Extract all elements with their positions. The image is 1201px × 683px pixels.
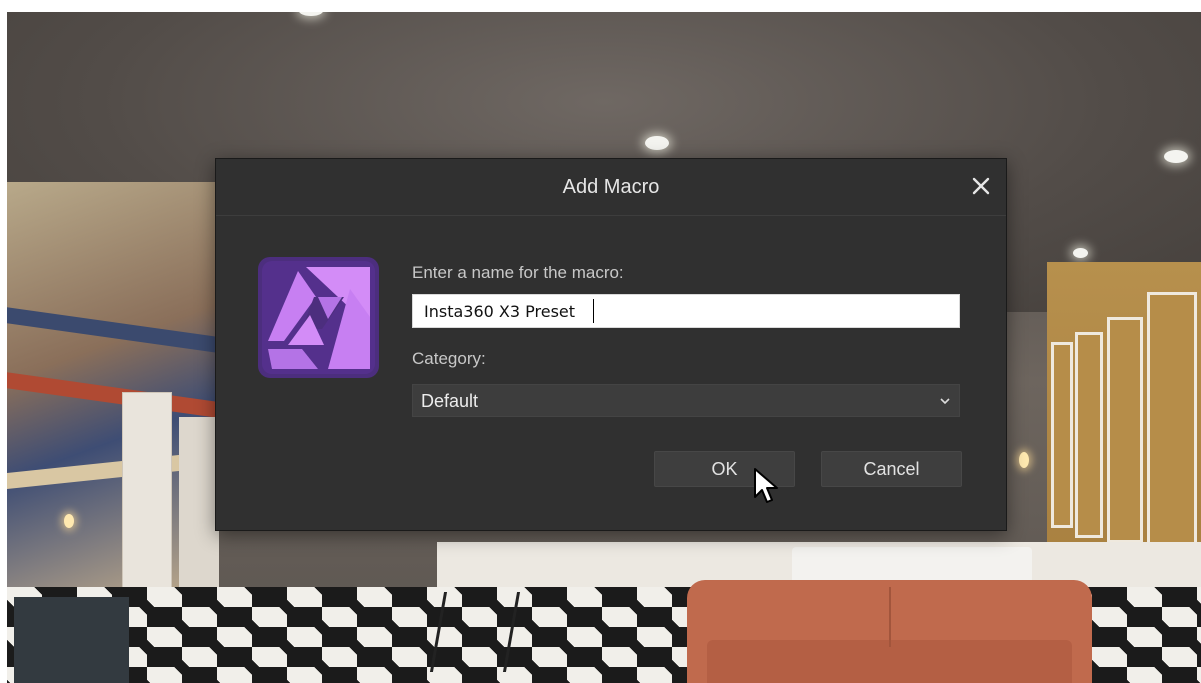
category-selected-value: Default xyxy=(421,391,479,411)
door xyxy=(179,417,219,587)
add-macro-dialog: Add Macro Enter a name for the macro: In… xyxy=(215,158,1007,531)
close-icon xyxy=(972,177,990,195)
ceiling-light xyxy=(1164,150,1188,163)
mouse-pointer-icon xyxy=(754,468,778,503)
sofa-divider xyxy=(889,587,891,647)
dialog-title-bar: Add Macro xyxy=(216,159,1006,216)
screen: Add Macro Enter a name for the macro: In… xyxy=(0,0,1201,683)
wall-panel xyxy=(1051,342,1073,528)
wall-panel xyxy=(1075,332,1103,538)
door xyxy=(122,392,172,594)
wall-stripe xyxy=(7,372,217,418)
category-dropdown[interactable]: Default xyxy=(412,384,960,417)
ceiling-light xyxy=(645,136,669,150)
wall-panel xyxy=(1107,317,1143,543)
macro-name-label: Enter a name for the macro: xyxy=(412,263,624,282)
ceiling-light xyxy=(1073,248,1088,258)
cancel-button[interactable]: Cancel xyxy=(821,451,962,487)
text-caret xyxy=(593,299,594,323)
affinity-photo-icon xyxy=(258,257,379,378)
close-button[interactable] xyxy=(968,173,994,199)
lamp xyxy=(1019,452,1029,468)
chevron-down-icon xyxy=(940,398,950,405)
table xyxy=(14,597,129,683)
category-label: Category: xyxy=(412,349,486,368)
luggage-rack xyxy=(429,592,521,672)
wall-panel xyxy=(1147,292,1197,548)
dialog-title: Add Macro xyxy=(562,176,660,198)
lamp xyxy=(64,514,74,528)
macro-name-input[interactable] xyxy=(412,294,960,328)
wall-stripe xyxy=(7,307,217,353)
